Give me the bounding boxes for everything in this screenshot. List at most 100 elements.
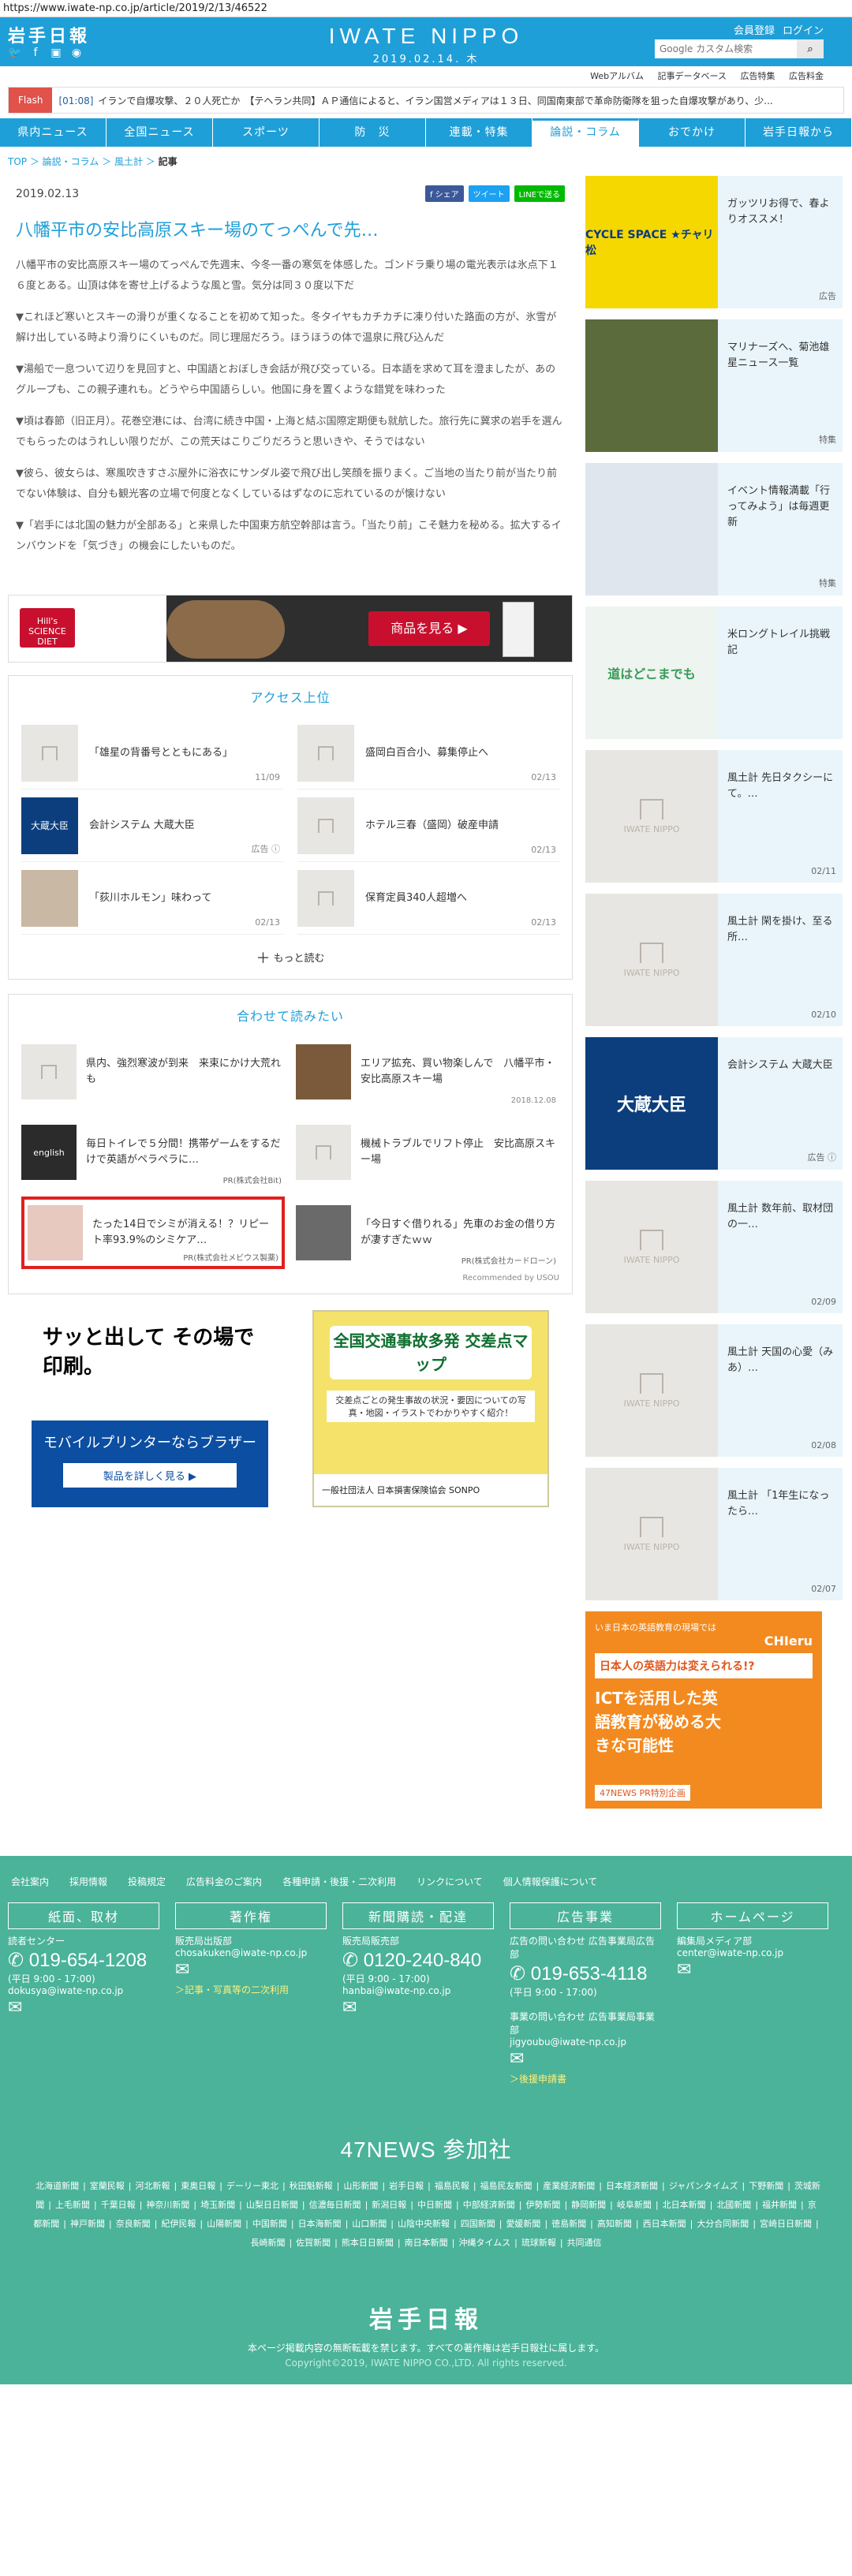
mail-icon[interactable]: ✉ bbox=[342, 1998, 494, 2018]
nav-sports[interactable]: スポーツ bbox=[213, 118, 320, 147]
footer-sponsor-request-link[interactable]: ＞後援申請書 bbox=[510, 2072, 661, 2085]
news-partner-link[interactable]: 産業経済新聞 bbox=[543, 2181, 595, 2191]
mail-icon[interactable]: ✉ bbox=[677, 1960, 828, 1980]
news-partner-link[interactable]: 高知新聞 bbox=[597, 2219, 632, 2229]
news-partner-link[interactable]: 福井新聞 bbox=[762, 2200, 797, 2210]
nav-national-news[interactable]: 全国ニュース bbox=[106, 118, 213, 147]
footer-logo[interactable]: 岩手日報 bbox=[8, 2300, 844, 2335]
news-partner-link[interactable]: 新潟日報 bbox=[372, 2200, 406, 2210]
recommend-item[interactable]: エリア拡充、買い物楽しんで 八幡平市・安比高原スキー場 2018.12.08 bbox=[296, 1036, 559, 1108]
news-partner-link[interactable]: 西日本新聞 bbox=[643, 2219, 686, 2229]
footer-link[interactable]: 個人情報保護について bbox=[503, 1875, 598, 1888]
news-partner-link[interactable]: 北海道新聞 bbox=[36, 2181, 79, 2191]
nav-disaster[interactable]: 防 災 bbox=[320, 118, 426, 147]
footer-email[interactable]: hanbai@iwate-np.co.jp bbox=[342, 1985, 494, 1996]
news-partner-link[interactable]: 長崎新聞 bbox=[250, 2238, 285, 2248]
nav-series[interactable]: 連載・特集 bbox=[426, 118, 532, 147]
sidebar-item[interactable]: IWATE NIPPO 風土計 先日タクシーにて。… 02/11 bbox=[585, 750, 843, 883]
phone-number[interactable]: ✆ 019-653-4118 bbox=[510, 1962, 661, 1985]
news-partner-link[interactable]: 共同通信 bbox=[567, 2238, 602, 2248]
news-partner-link[interactable]: 東奥日報 bbox=[181, 2181, 215, 2191]
register-link[interactable]: 会員登録 bbox=[734, 22, 775, 37]
news-partner-link[interactable]: 佐賀新聞 bbox=[296, 2238, 331, 2248]
news-partner-link[interactable]: 室蘭民報 bbox=[90, 2181, 125, 2191]
news-partner-link[interactable]: 河北新報 bbox=[136, 2181, 170, 2191]
crumb-fudokei[interactable]: 風土計 bbox=[114, 156, 143, 167]
footer-link[interactable]: 会社案内 bbox=[11, 1875, 49, 1888]
news-partner-link[interactable]: 岐阜新聞 bbox=[617, 2200, 652, 2210]
nav-from-iwate-nippo[interactable]: 岩手日報から bbox=[746, 118, 852, 147]
more-button[interactable]: ＋もっと読む bbox=[21, 947, 559, 968]
news-partner-link[interactable]: 北國新聞 bbox=[716, 2200, 751, 2210]
footer-link[interactable]: 各種申請・後援・二次利用 bbox=[282, 1875, 396, 1888]
flash-news[interactable]: Flash [01:08] イランで自爆攻撃、２０人死亡か 【テヘラン共同】ＡＰ通… bbox=[8, 87, 844, 114]
news-partner-link[interactable]: 日本経済新聞 bbox=[606, 2181, 658, 2191]
crumb-top[interactable]: TOP bbox=[8, 156, 27, 167]
news-partner-link[interactable]: 山陰中央新報 bbox=[398, 2219, 450, 2229]
footer-email[interactable]: dokusya@iwate-np.co.jp bbox=[8, 1985, 159, 1996]
news-partner-link[interactable]: 福島民報 bbox=[435, 2181, 469, 2191]
news-partner-link[interactable]: 静岡新聞 bbox=[571, 2200, 606, 2210]
sidebar-item[interactable]: IWATE NIPPO 風土計 閑を掛け、至る所… 02/10 bbox=[585, 894, 843, 1026]
news-partner-link[interactable]: 山形新聞 bbox=[343, 2181, 378, 2191]
sublink-album[interactable]: Webアルバム bbox=[590, 71, 644, 81]
mail-icon[interactable]: ✉ bbox=[8, 1998, 159, 2018]
nav-prefecture-news[interactable]: 県内ニュース bbox=[0, 118, 106, 147]
recommend-item[interactable]: 「今日すぐ借りれる」先車のお金の借り方が凄すぎたｗｗ PR(株式会社カードローン) bbox=[296, 1197, 559, 1269]
crumb-editorial[interactable]: 論説・コラム bbox=[43, 156, 99, 167]
sidebar-item[interactable]: イベント情報満載「行ってみよう」は毎週更新 特集 bbox=[585, 463, 843, 595]
recommended-by[interactable]: Recommended by USOU bbox=[21, 1274, 559, 1282]
news-partner-link[interactable]: 大分合同新聞 bbox=[697, 2219, 749, 2229]
ad-sonpo[interactable]: 全国交通事故多発 交差点マップ 交差点ごとの発生事故の状況・要因についての写真・… bbox=[312, 1310, 549, 1507]
news-partner-link[interactable]: 中国新聞 bbox=[252, 2219, 287, 2229]
ranking-item[interactable]: 「雄星の背番号とともにある」 11/09 bbox=[21, 717, 283, 790]
news-partner-link[interactable]: 宮崎日日新聞 bbox=[760, 2219, 812, 2229]
recommend-item-highlighted[interactable]: たった14日でシミが消える！？リピート率93.9%のシミケア… PR(株式会社メビ… bbox=[21, 1197, 285, 1269]
news-partner-link[interactable]: 下野新聞 bbox=[749, 2181, 783, 2191]
news-partner-link[interactable]: 千葉日報 bbox=[101, 2200, 136, 2210]
login-link[interactable]: ログイン bbox=[783, 22, 824, 37]
ranking-item[interactable]: 盛岡白百合小、募集停止へ 02/13 bbox=[297, 717, 559, 790]
ranking-item[interactable]: 保育定員340人超増へ 02/13 bbox=[297, 862, 559, 935]
news-partner-link[interactable]: 沖縄タイムス bbox=[458, 2238, 510, 2248]
news-partner-link[interactable]: 山梨日日新聞 bbox=[246, 2200, 298, 2210]
sidebar-item[interactable]: CYCLE SPACE ★チャリ松 ガッツリお得で、春よりオススメ！ 広告 bbox=[585, 176, 843, 308]
footer-link[interactable]: 投稿規定 bbox=[128, 1875, 166, 1888]
news-partner-link[interactable]: 熊本日日新聞 bbox=[342, 2238, 394, 2248]
sidebar-item[interactable]: 道はどこまでも 米ロングトレイル挑戦記 bbox=[585, 607, 843, 739]
news-partner-link[interactable]: 日本海新聞 bbox=[298, 2219, 342, 2229]
search-input[interactable] bbox=[655, 39, 797, 58]
sublink-database[interactable]: 記事データベース bbox=[658, 71, 727, 81]
recommend-item[interactable]: 機械トラブルでリフト停止 安比高原スキー場 bbox=[296, 1116, 559, 1189]
news-partner-link[interactable]: 徳島新聞 bbox=[551, 2219, 586, 2229]
ad-brother[interactable]: サッと出して その場で印刷。 モバイルプリンターならブラザー 製品を詳しく見る … bbox=[32, 1310, 268, 1507]
news-partner-link[interactable]: 岩手日報 bbox=[389, 2181, 424, 2191]
flash-text[interactable]: [01:08] イランで自爆攻撃、２０人死亡か 【テヘラン共同】ＡＰ通信によると、… bbox=[52, 94, 843, 107]
news-partner-link[interactable]: 奈良新聞 bbox=[116, 2219, 151, 2229]
sublink-feature[interactable]: 広告特集 bbox=[741, 71, 775, 81]
news-partner-link[interactable]: 中部経済新聞 bbox=[463, 2200, 515, 2210]
news-partner-link[interactable]: 紀伊民報 bbox=[161, 2219, 196, 2229]
news-partner-link[interactable]: 愛媛新聞 bbox=[506, 2219, 540, 2229]
ad-banner-hills[interactable]: Hill's SCIENCE DIET 商品を見る ▶ bbox=[8, 595, 573, 663]
phone-number[interactable]: ✆ 0120-240-840 bbox=[342, 1949, 494, 1972]
brother-button[interactable]: 製品を詳しく見る ▶ bbox=[63, 1463, 237, 1488]
sublink-adrates[interactable]: 広告料金 bbox=[789, 71, 824, 81]
sidebar-item[interactable]: マリナーズへ、菊池雄星ニュース一覧 特集 bbox=[585, 319, 843, 452]
news-partner-link[interactable]: デーリー東北 bbox=[226, 2181, 278, 2191]
news-partner-link[interactable]: 福島民友新聞 bbox=[480, 2181, 532, 2191]
address-bar[interactable]: https://www.iwate-np.co.jp/article/2019/… bbox=[0, 0, 852, 17]
news-partner-link[interactable]: 琉球新報 bbox=[521, 2238, 556, 2248]
mail-icon[interactable]: ✉ bbox=[510, 2049, 661, 2069]
nav-editorial[interactable]: 論説・コラム bbox=[532, 118, 639, 147]
recommend-item[interactable]: 県内、強烈寒波が到来 来束にかけ大荒れも bbox=[21, 1036, 285, 1108]
ranking-item[interactable]: 「荻川ホルモン」味わって 02/13 bbox=[21, 862, 283, 935]
footer-secondary-use-link[interactable]: ＞記事・写真等の二次利用 bbox=[175, 1983, 327, 1996]
news-partner-link[interactable]: 神戸新聞 bbox=[70, 2219, 105, 2229]
news-partner-link[interactable]: ジャパンタイムズ bbox=[669, 2181, 738, 2191]
news-partner-link[interactable]: 埼玉新聞 bbox=[200, 2200, 235, 2210]
search-button[interactable]: ⌕ bbox=[797, 39, 824, 58]
news-partner-link[interactable]: 上毛新聞 bbox=[55, 2200, 90, 2210]
nav-outing[interactable]: おでかけ bbox=[639, 118, 746, 147]
tweet-button[interactable]: ツイート bbox=[468, 185, 510, 202]
